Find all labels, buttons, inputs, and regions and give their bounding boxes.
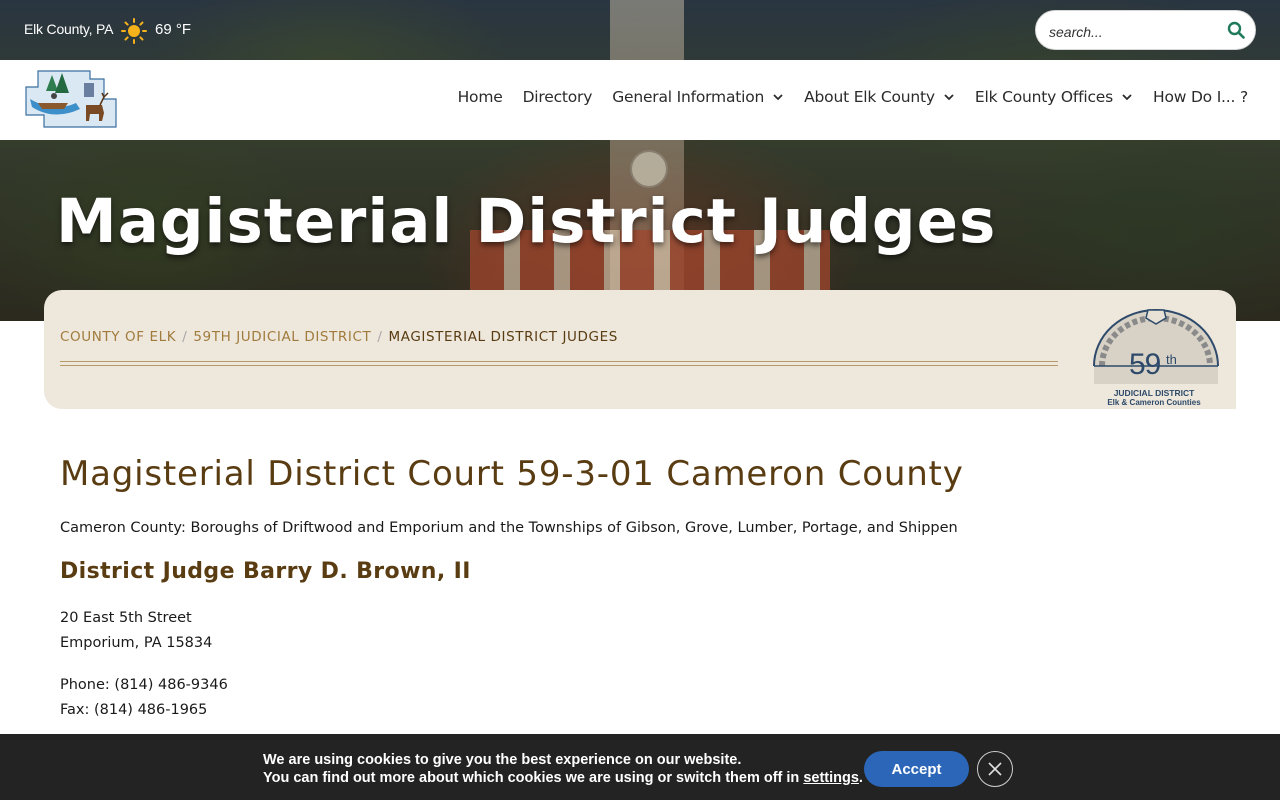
main-content: Magisterial District Court 59-3-01 Camer… bbox=[60, 450, 1220, 723]
court-coverage-text: Cameron County: Boroughs of Driftwood an… bbox=[60, 520, 958, 536]
cookie-message-prefix: You can find out more about which cookie… bbox=[263, 770, 804, 786]
nav-home[interactable]: Home bbox=[458, 88, 503, 106]
seal-number: 59 bbox=[1129, 348, 1161, 381]
breadcrumb-card: COUNTY OF ELK / 59TH JUDICIAL DISTRICT / MAG… bbox=[44, 290, 1236, 409]
nav-elk-county-offices[interactable]: Elk County Offices bbox=[975, 88, 1133, 106]
search-icon[interactable] bbox=[1227, 21, 1245, 39]
sun-icon bbox=[121, 18, 147, 44]
nav-about-elk-county[interactable]: About Elk County bbox=[804, 88, 955, 106]
cookie-message-line-1: We are using cookies to give you the bes… bbox=[263, 752, 742, 768]
nav-directory[interactable]: Directory bbox=[523, 88, 593, 106]
breadcrumb-link-county-of-elk[interactable]: COUNTY OF ELK bbox=[60, 329, 176, 345]
court-address: 20 East 5th Street Emporium, PA 15834 bbox=[60, 606, 1220, 656]
nav-label: Home bbox=[457, 88, 503, 106]
close-cookie-bar-button[interactable] bbox=[977, 751, 1013, 787]
breadcrumb-current: MAGISTERIAL DISTRICT JUDGES bbox=[388, 329, 618, 345]
address-line-1: 20 East 5th Street bbox=[60, 610, 192, 626]
temperature-label: 69 °F bbox=[155, 21, 192, 38]
breadcrumb-separator: / bbox=[182, 329, 188, 345]
primary-nav: Home Directory General Information About… bbox=[438, 88, 1249, 106]
fax-number: Fax: (814) 486-1965 bbox=[60, 702, 208, 718]
chevron-down-icon bbox=[773, 94, 783, 101]
nav-label: How Do I... ? bbox=[1153, 88, 1248, 106]
main-navbar: Home Directory General Information About… bbox=[0, 60, 1280, 140]
accept-cookies-button[interactable]: Accept bbox=[864, 751, 969, 787]
court-heading: Magisterial District Court 59-3-01 Camer… bbox=[60, 454, 964, 494]
nav-label: About Elk County bbox=[804, 88, 935, 106]
cookie-consent-bar: We are using cookies to give you the bes… bbox=[0, 734, 1280, 800]
address-line-2: Emporium, PA 15834 bbox=[60, 635, 213, 651]
breadcrumb: COUNTY OF ELK / 59TH JUDICIAL DISTRICT / MAG… bbox=[60, 329, 618, 345]
breadcrumb-divider bbox=[60, 361, 1058, 366]
seal-suffix: th bbox=[1166, 352, 1177, 367]
nav-general-information[interactable]: General Information bbox=[612, 88, 784, 106]
nav-how-do-i[interactable]: How Do I... ? bbox=[1153, 88, 1248, 106]
seal-subcaption: Elk & Cameron Counties bbox=[1107, 398, 1201, 407]
location-label: Elk County, PA bbox=[24, 21, 114, 37]
page-title: Magisterial District Judges bbox=[56, 186, 997, 257]
breadcrumb-separator: / bbox=[377, 329, 383, 345]
search-input[interactable] bbox=[1047, 20, 1221, 44]
chevron-down-icon bbox=[1122, 94, 1132, 101]
seal-caption: JUDICIAL DISTRICT bbox=[1113, 388, 1195, 398]
elk-county-logo[interactable] bbox=[24, 69, 118, 131]
top-bar: Elk County, PA 69 °F bbox=[0, 0, 1280, 60]
chevron-down-icon bbox=[944, 94, 954, 101]
judicial-district-seal: 59 th JUDICIAL DISTRICT Elk & Cameron Co… bbox=[1088, 304, 1224, 407]
judge-heading: District Judge Barry D. Brown, II bbox=[60, 559, 471, 584]
court-contact: Phone: (814) 486-9346 Fax: (814) 486-196… bbox=[60, 673, 1220, 723]
phone-number: Phone: (814) 486-9346 bbox=[60, 677, 228, 693]
nav-label: Elk County Offices bbox=[974, 88, 1113, 106]
nav-label: General Information bbox=[612, 88, 765, 106]
cookie-message: We are using cookies to give you the bes… bbox=[263, 751, 863, 787]
cookie-message-line-2: You can find out more about which cookie… bbox=[263, 769, 863, 787]
breadcrumb-link-59th-judicial-district[interactable]: 59TH JUDICIAL DISTRICT bbox=[193, 329, 371, 345]
cookie-message-suffix: . bbox=[858, 770, 863, 786]
nav-label: Directory bbox=[522, 88, 593, 106]
cookie-settings-link[interactable]: settings bbox=[803, 770, 859, 786]
search-box bbox=[1035, 10, 1256, 50]
close-icon bbox=[988, 762, 1002, 776]
